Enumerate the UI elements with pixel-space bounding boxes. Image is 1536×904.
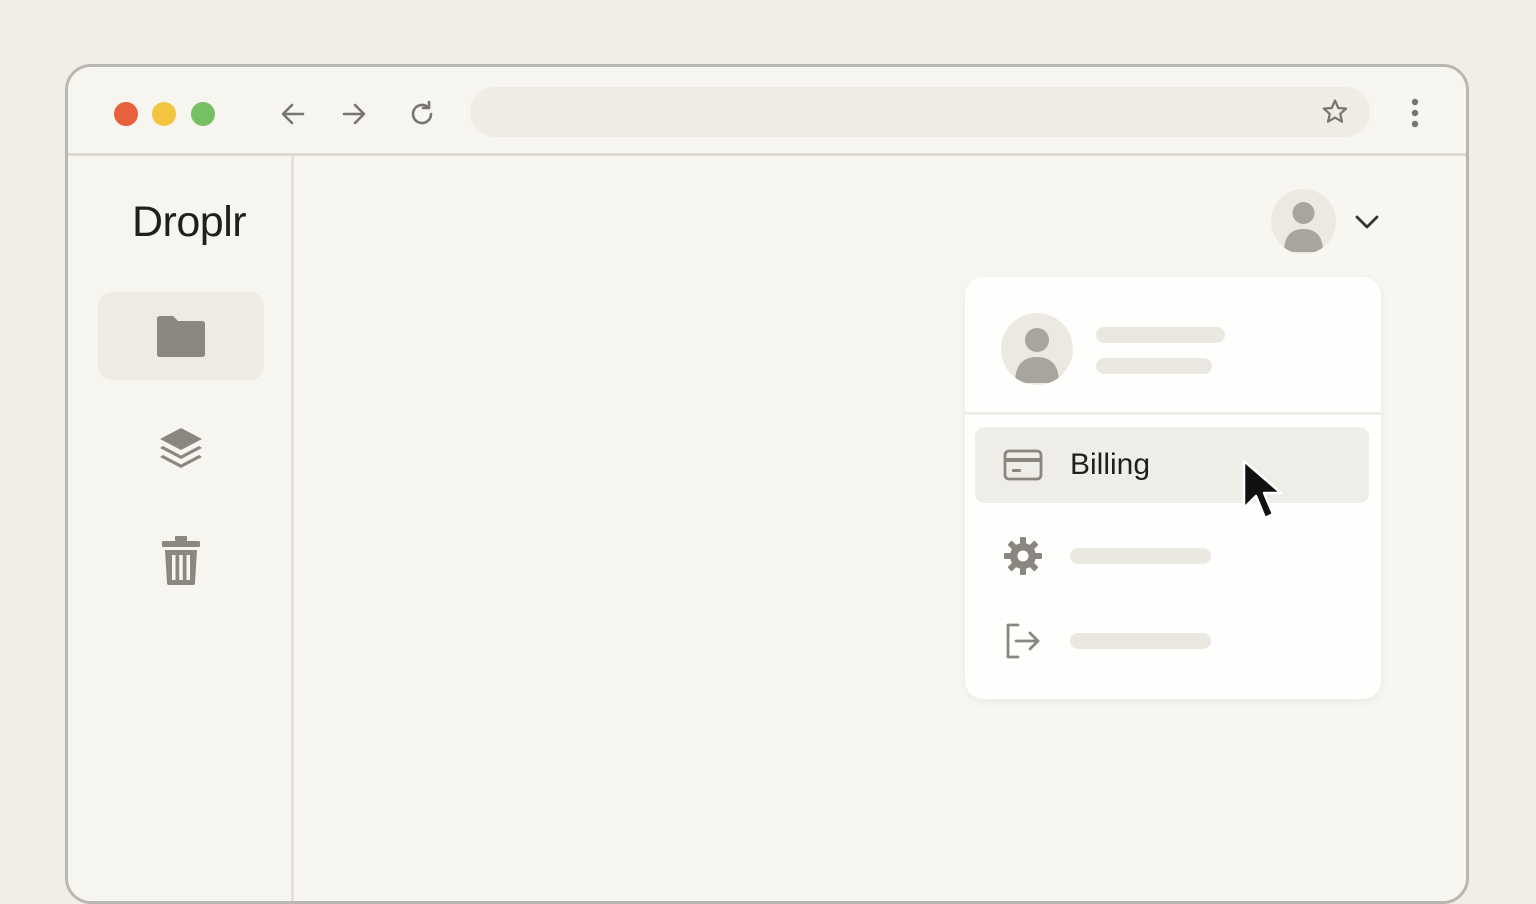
user-avatar-icon — [1284, 202, 1323, 252]
folder-icon — [157, 316, 205, 357]
arrow-right-icon — [342, 103, 366, 125]
sidebar-item-trash[interactable] — [98, 516, 264, 604]
layers-icon — [160, 428, 202, 468]
menu-item-label-placeholder — [1070, 548, 1211, 564]
account-name-placeholder — [1096, 327, 1225, 343]
account-email-placeholder — [1096, 358, 1212, 374]
sidebar-item-collections[interactable] — [98, 406, 264, 494]
logout-icon — [1001, 619, 1045, 663]
credit-card-icon — [1001, 443, 1045, 487]
back-button[interactable] — [275, 96, 311, 132]
app-logo: Droplr — [132, 198, 247, 246]
arrow-left-icon — [281, 103, 305, 125]
avatar — [1001, 313, 1073, 385]
address-bar[interactable] — [470, 87, 1370, 137]
account-dropdown-menu: Billing — [965, 277, 1381, 699]
reload-button[interactable] — [404, 96, 440, 132]
close-window-button[interactable] — [114, 102, 138, 126]
account-avatar-button[interactable] — [1271, 189, 1336, 254]
trash-icon — [162, 536, 200, 585]
menu-item-label: Billing — [1070, 448, 1151, 481]
account-summary — [965, 277, 1381, 415]
sidebar-item-files[interactable] — [98, 292, 264, 380]
browser-menu-button[interactable] — [1400, 95, 1430, 131]
maximize-window-button[interactable] — [191, 102, 215, 126]
menu-item-label-placeholder — [1070, 633, 1211, 649]
minimize-window-button[interactable] — [152, 102, 176, 126]
forward-button[interactable] — [336, 96, 372, 132]
user-avatar-icon — [1015, 328, 1059, 383]
sidebar: Droplr — [68, 156, 294, 901]
menu-item-billing[interactable]: Billing — [975, 427, 1369, 503]
kebab-menu-icon — [1411, 98, 1419, 128]
menu-item-logout[interactable] — [975, 603, 1369, 679]
gear-icon — [1001, 534, 1045, 578]
star-icon[interactable] — [1320, 97, 1350, 127]
browser-toolbar — [68, 67, 1466, 156]
menu-item-settings[interactable] — [975, 518, 1369, 594]
chevron-down-icon[interactable] — [1352, 207, 1382, 237]
reload-icon — [411, 100, 433, 125]
mouse-cursor-icon — [1242, 459, 1283, 520]
